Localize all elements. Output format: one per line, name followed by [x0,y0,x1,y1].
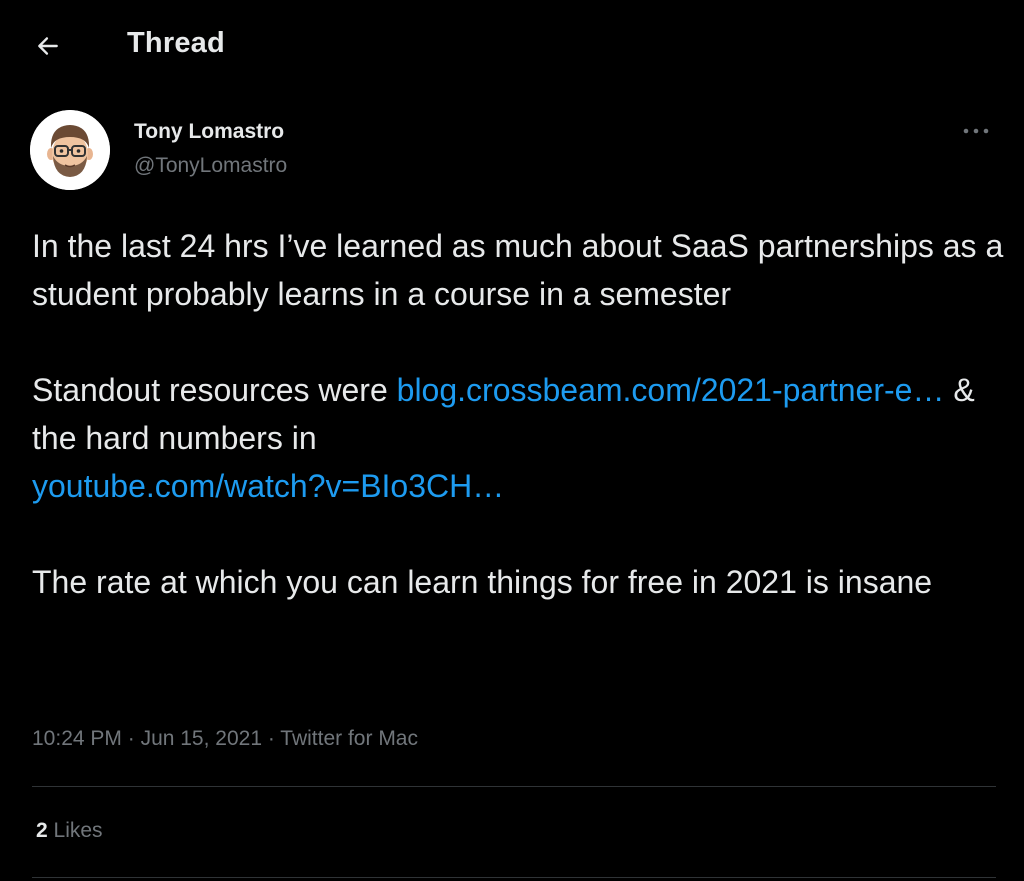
tweet-text: In the last 24 hrs I’ve learned as much … [32,222,1007,606]
divider [32,877,996,878]
more-horizontal-icon [963,128,989,134]
tweet-paragraph: Standout resources were blog.crossbeam.c… [32,366,1007,510]
tweet-text-segment: Standout resources were [32,372,397,408]
tweet-paragraph: The rate at which you can learn things f… [32,564,933,600]
divider [32,786,996,787]
thread-header: Thread [0,0,1024,92]
tweet-meta: 10:24 PM · Jun 15, 2021 · Twitter for Ma… [32,727,418,751]
tweet-time[interactable]: 10:24 PM [32,727,122,750]
more-button[interactable] [956,116,996,146]
memoji-avatar-icon [30,110,110,190]
tweet-link-youtube[interactable]: youtube.com/watch?v=BIo3CH… [32,468,504,504]
tweet-date[interactable]: Jun 15, 2021 [141,727,262,750]
page-title: Thread [127,27,225,59]
avatar[interactable] [30,110,110,190]
tweet-paragraph: In the last 24 hrs I’ve learned as much … [32,228,1004,312]
likes-label: Likes [53,819,103,842]
author-name[interactable]: Tony Lomastro [134,120,284,144]
tweet-link-crossbeam[interactable]: blog.crossbeam.com/2021-partner-e… [397,372,945,408]
likes-count: 2 [36,819,48,842]
likes-stat[interactable]: 2 Likes [36,819,103,843]
tweet-source: Twitter for Mac [280,727,418,750]
author-handle[interactable]: @TonyLomastro [134,154,287,178]
back-button[interactable] [28,26,68,66]
arrow-left-icon [38,37,58,55]
meta-separator: · [262,727,281,750]
meta-separator: · [121,727,141,750]
